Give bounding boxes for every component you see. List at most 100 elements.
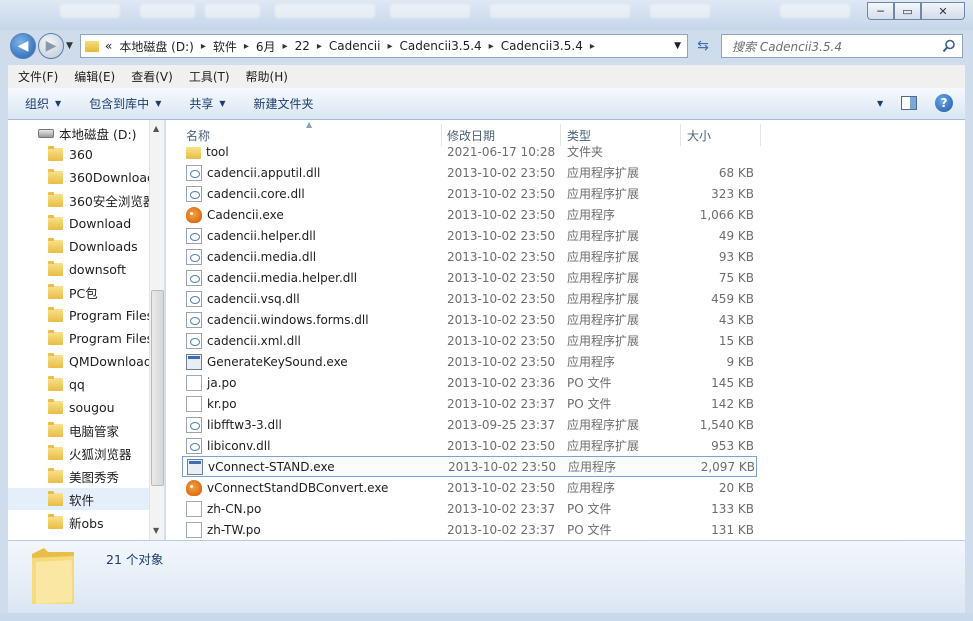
file-row[interactable]: cadencii.helper.dll 2013-10-02 23:50 应用程…: [182, 225, 757, 246]
nav-folder-item[interactable]: 电脑管家: [8, 419, 150, 441]
file-name: cadencii.media.helper.dll: [207, 270, 358, 285]
breadcrumb-item[interactable]: Cadencii3.5.4: [501, 39, 583, 53]
preview-pane-icon[interactable]: [901, 96, 917, 110]
nav-drive-d[interactable]: 本地磁盘 (D:): [8, 122, 137, 144]
nav-folder-item[interactable]: 新obs: [8, 511, 150, 533]
breadcrumb-item[interactable]: 软件: [213, 38, 237, 55]
nav-scrollbar[interactable]: ▲ ▼: [149, 120, 164, 540]
blurred-tab: [275, 4, 375, 18]
refresh-button[interactable]: ⇆: [692, 36, 714, 56]
blurred-tab: [140, 4, 195, 18]
scroll-down-icon[interactable]: ▼: [153, 526, 159, 535]
file-row[interactable]: tool 2021-06-17 10:28 文件夹: [182, 141, 757, 162]
file-row[interactable]: cadencii.media.helper.dll 2013-10-02 23:…: [182, 267, 757, 288]
breadcrumb-item[interactable]: 本地磁盘 (D:): [119, 38, 193, 55]
address-dropdown-icon[interactable]: ▼: [674, 41, 681, 51]
include-in-library-button[interactable]: 包含到库中 ▼: [89, 95, 161, 112]
file-row[interactable]: kr.po 2013-10-02 23:37 PO 文件 142 KB: [182, 393, 757, 414]
recent-pages-dropdown[interactable]: ▼: [66, 41, 73, 51]
chevron-right-icon[interactable]: ▸: [387, 41, 392, 52]
nav-folder-item[interactable]: downsoft: [8, 258, 150, 280]
close-button[interactable]: ✕: [921, 2, 965, 20]
file-row[interactable]: libfftw3-3.dll 2013-09-25 23:37 应用程序扩展 1…: [182, 414, 757, 435]
file-row[interactable]: ja.po 2013-10-02 23:36 PO 文件 145 KB: [182, 372, 757, 393]
file-row[interactable]: cadencii.vsq.dll 2013-10-02 23:50 应用程序扩展…: [182, 288, 757, 309]
file-row[interactable]: cadencii.xml.dll 2013-10-02 23:50 应用程序扩展…: [182, 330, 757, 351]
file-date: 2013-10-02 23:37: [447, 501, 556, 516]
file-row[interactable]: cadencii.media.dll 2013-10-02 23:50 应用程序…: [182, 246, 757, 267]
chevron-right-icon[interactable]: ▸: [317, 41, 322, 52]
new-folder-button[interactable]: 新建文件夹: [254, 95, 314, 112]
file-row[interactable]: zh-TW.po 2013-10-02 23:37 PO 文件 131 KB: [182, 519, 757, 540]
folder-icon: [48, 352, 63, 368]
nav-folder-item[interactable]: 360安全浏览器: [8, 189, 150, 211]
nav-folder-item[interactable]: sougou: [8, 396, 150, 418]
chevron-right-icon[interactable]: ▸: [201, 41, 206, 52]
nav-folder-item[interactable]: 美图秀秀: [8, 465, 150, 487]
menu-file[interactable]: 文件(F): [18, 68, 58, 85]
organize-button[interactable]: 组织 ▼: [25, 95, 61, 112]
file-row[interactable]: cadencii.apputil.dll 2013-10-02 23:50 应用…: [182, 162, 757, 183]
chevron-right-icon[interactable]: ▸: [244, 41, 249, 52]
file-type: PO 文件: [567, 502, 612, 516]
help-icon[interactable]: ?: [935, 94, 953, 112]
arrow-left-icon: ◀: [17, 38, 29, 54]
breadcrumb-item[interactable]: 6月: [256, 38, 276, 55]
nav-folder-label: downsoft: [69, 261, 126, 277]
chevron-right-icon[interactable]: ▸: [590, 41, 595, 52]
refresh-icon: ⇆: [697, 38, 709, 54]
file-type: 应用程序扩展: [567, 229, 640, 243]
menu-tools[interactable]: 工具(T): [189, 68, 230, 85]
search-icon[interactable]: [942, 39, 956, 53]
address-bar[interactable]: « 本地磁盘 (D:) ▸ 软件 ▸ 6月 ▸ 22 ▸ Cadencii ▸ …: [80, 34, 688, 58]
back-button[interactable]: ◀: [10, 33, 36, 59]
menu-edit[interactable]: 编辑(E): [74, 68, 115, 85]
dll-icon: [186, 227, 202, 244]
minimize-button[interactable]: ─: [867, 2, 894, 20]
scroll-up-icon[interactable]: ▲: [153, 124, 159, 133]
file-size: 43 KB: [718, 312, 754, 327]
breadcrumb-item[interactable]: Cadencii: [329, 39, 381, 53]
search-input[interactable]: 搜索 Cadencii3.5.4: [721, 34, 963, 58]
chevron-down-icon[interactable]: ▼: [877, 99, 883, 108]
nav-folder-item[interactable]: 火狐浏览器: [8, 442, 150, 464]
nav-folder-item[interactable]: PC包: [8, 281, 150, 303]
chevron-right-icon[interactable]: ▸: [489, 41, 494, 52]
breadcrumb-item[interactable]: 22: [295, 39, 310, 53]
nav-folder-item[interactable]: qq: [8, 373, 150, 395]
file-row[interactable]: libiconv.dll 2013-10-02 23:50 应用程序扩展 953…: [182, 435, 757, 456]
menu-help[interactable]: 帮助(H): [246, 68, 288, 85]
file-row[interactable]: cadencii.windows.forms.dll 2013-10-02 23…: [182, 309, 757, 330]
file-row[interactable]: zh-CN.po 2013-10-02 23:37 PO 文件 133 KB: [182, 498, 757, 519]
nav-folder-item[interactable]: 360Download: [8, 166, 150, 188]
breadcrumb-item[interactable]: Cadencii3.5.4: [400, 39, 482, 53]
nav-folder-item[interactable]: 360: [8, 143, 150, 165]
menu-view[interactable]: 查看(V): [131, 68, 173, 85]
document-icon: [186, 521, 202, 538]
title-bar: ─ ▭ ✕: [0, 0, 973, 30]
file-row-focused[interactable]: vConnect-STAND.exe 2013-10-02 23:50 应用程序…: [182, 456, 757, 477]
file-row[interactable]: GenerateKeySound.exe 2013-10-02 23:50 应用…: [182, 351, 757, 372]
breadcrumb-overflow[interactable]: «: [105, 39, 112, 53]
nav-folder-item[interactable]: Downloads: [8, 235, 150, 257]
share-button[interactable]: 共享 ▼: [189, 95, 225, 112]
nav-folder-label: 360Download: [69, 169, 150, 185]
nav-folder-item-selected[interactable]: 软件: [8, 488, 150, 510]
file-row[interactable]: Cadencii.exe 2013-10-02 23:50 应用程序 1,066…: [182, 204, 757, 225]
nav-folder-label: qq: [69, 376, 85, 392]
file-row[interactable]: vConnectStandDBConvert.exe 2013-10-02 23…: [182, 477, 757, 498]
change-view-button[interactable]: ▼: [867, 96, 883, 110]
file-row[interactable]: cadencii.core.dll 2013-10-02 23:50 应用程序扩…: [182, 183, 757, 204]
chevron-right-icon[interactable]: ▸: [283, 41, 288, 52]
file-date: 2013-10-02 23:50: [447, 354, 556, 369]
forward-button[interactable]: ▶: [38, 33, 64, 59]
nav-folder-item[interactable]: QMDownload: [8, 350, 150, 372]
scrollbar-thumb[interactable]: [151, 290, 164, 486]
nav-folder-item[interactable]: Program Files: [8, 304, 150, 326]
maximize-button[interactable]: ▭: [894, 2, 921, 20]
blurred-tab: [390, 4, 470, 18]
folder-icon: [48, 444, 63, 460]
nav-folder-item[interactable]: Download: [8, 212, 150, 234]
nav-folder-item[interactable]: Program Files: [8, 327, 150, 349]
navigation-pane: 本地磁盘 (D:) 360 360Download 360安全浏览器 Downl…: [8, 120, 165, 540]
